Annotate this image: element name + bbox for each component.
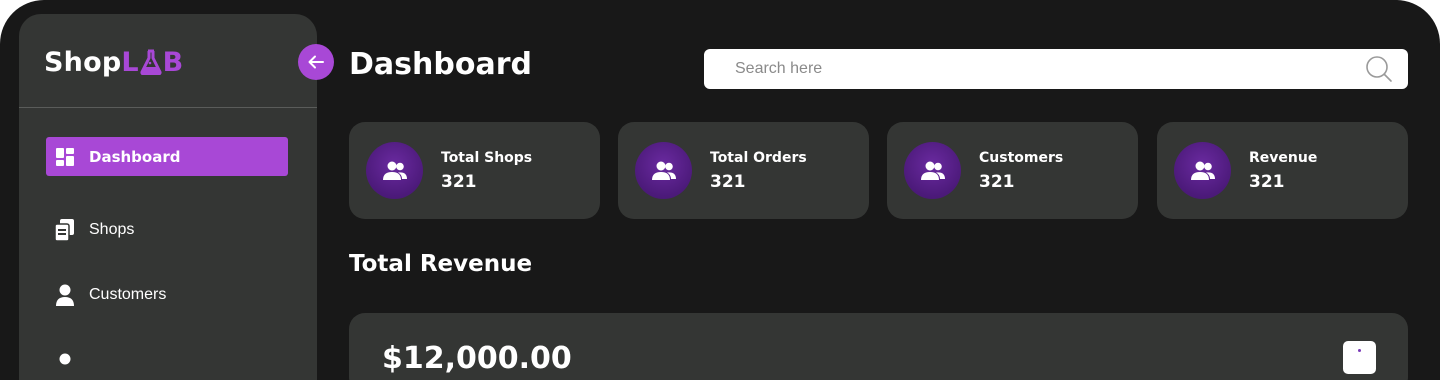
stat-value: 321 <box>979 172 1015 192</box>
stat-label: Revenue <box>1249 150 1318 166</box>
sidebar-item-label: Dashboard <box>89 147 181 166</box>
collapse-sidebar-button[interactable] <box>298 44 334 80</box>
more-dots-icon <box>1358 349 1361 352</box>
search-input[interactable] <box>704 60 1365 78</box>
logo-text-shop: Shop <box>44 46 122 78</box>
logo[interactable]: Shop L B <box>44 44 183 80</box>
users-icon <box>1174 142 1231 199</box>
revenue-card: $12,000.00 <box>349 313 1408 380</box>
sidebar-item-customers[interactable]: Customers <box>46 275 288 314</box>
app-frame: Shop L B Dashboard Shops Customers Dashb… <box>0 0 1440 380</box>
stat-card-total-shops[interactable]: Total Shops 321 <box>349 122 600 219</box>
revenue-amount: $12,000.00 <box>382 341 572 376</box>
logo-letter-b: B <box>162 46 184 78</box>
sidebar-item-dashboard[interactable]: Dashboard <box>46 137 288 176</box>
sidebar-item-next[interactable] <box>46 344 288 380</box>
shops-docs-icon <box>54 218 76 241</box>
stat-card-customers[interactable]: Customers 321 <box>887 122 1138 219</box>
dashboard-grid-icon <box>55 146 75 168</box>
flask-icon <box>140 49 162 75</box>
stat-label: Customers <box>979 150 1064 166</box>
stat-value: 321 <box>441 172 477 192</box>
user-icon <box>54 353 76 375</box>
sidebar: Shop L B Dashboard Shops Customers <box>19 14 317 380</box>
users-icon <box>904 142 961 199</box>
stat-card-total-orders[interactable]: Total Orders 321 <box>618 122 869 219</box>
sidebar-item-shops[interactable]: Shops <box>46 210 288 249</box>
total-revenue-title: Total Revenue <box>349 251 533 277</box>
sidebar-divider <box>19 107 317 108</box>
stat-label: Total Shops <box>441 150 533 166</box>
logo-letter-l: L <box>121 46 139 78</box>
page-title: Dashboard <box>349 47 532 82</box>
arrow-left-icon <box>308 55 324 69</box>
stat-card-revenue[interactable]: Revenue 321 <box>1157 122 1408 219</box>
sidebar-item-label: Customers <box>89 285 167 303</box>
search-bar[interactable] <box>704 49 1408 89</box>
search-icon[interactable] <box>1365 55 1393 83</box>
users-icon <box>366 142 423 199</box>
logo-text-lab: L B <box>121 47 183 78</box>
stat-value: 321 <box>710 172 746 192</box>
users-icon <box>635 142 692 199</box>
stat-value: 321 <box>1249 172 1285 192</box>
user-icon <box>54 284 76 306</box>
more-options-button[interactable] <box>1343 341 1376 374</box>
stat-label: Total Orders <box>710 150 807 166</box>
sidebar-item-label: Shops <box>89 220 135 238</box>
